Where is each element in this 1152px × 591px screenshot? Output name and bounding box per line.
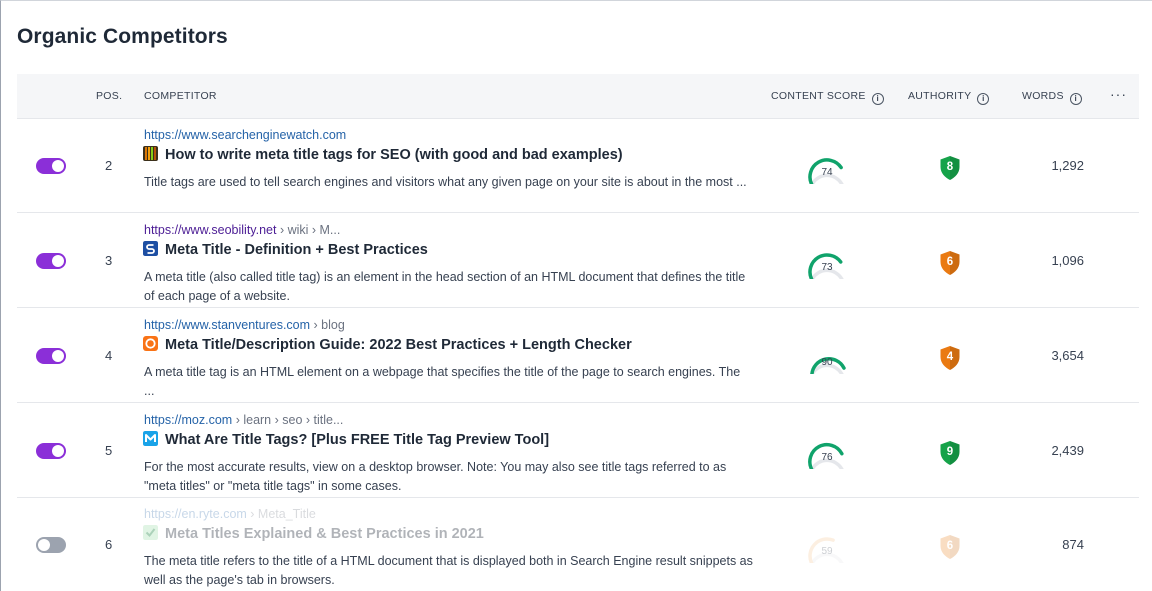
content-score-gauge: 76 <box>806 439 848 469</box>
header-words-label: WORDS <box>1022 90 1064 102</box>
position: 4 <box>105 348 113 363</box>
content-score-value: 76 <box>821 452 833 463</box>
authority-value: 6 <box>946 256 954 268</box>
info-icon[interactable]: i <box>871 93 884 105</box>
content-score-gauge: 59 <box>806 533 848 563</box>
stanventures-favicon-icon <box>143 336 158 351</box>
result-snippet: The meta title refers to the title of a … <box>144 554 753 587</box>
toggle-knob <box>52 350 64 362</box>
result-snippet: A meta title (also called title tag) is … <box>144 270 746 303</box>
word-count: 1,096 <box>1051 253 1084 268</box>
content-score-value: 73 <box>821 262 833 273</box>
table-row: 3 https://www.seobility.net › wiki › M..… <box>17 213 1139 308</box>
table-row: 4 https://www.stanventures.com › blog Me… <box>17 308 1139 403</box>
more-options-icon[interactable]: ··· <box>1110 86 1127 102</box>
content-score-gauge: 74 <box>806 154 848 184</box>
table-header: POS. COMPETITOR CONTENT SCORE i AUTHORITY… <box>17 74 1139 119</box>
result-title[interactable]: Meta Title/Description Guide: 2022 Best … <box>143 336 632 353</box>
header-content-score[interactable]: CONTENT SCORE i <box>771 90 884 105</box>
toggle-knob <box>52 160 64 172</box>
authority-value: 4 <box>946 351 954 363</box>
result-title-text: Meta Titles Explained & Best Practices i… <box>165 526 484 542</box>
toggle-knob <box>52 445 64 457</box>
header-authority-label: AUTHORITY <box>908 90 972 102</box>
position: 2 <box>105 158 113 173</box>
info-icon[interactable]: i <box>977 93 990 105</box>
result-title[interactable]: Meta Title - Definition + Best Practices <box>143 241 428 258</box>
authority-value: 9 <box>946 446 954 458</box>
row-toggle[interactable] <box>36 348 66 364</box>
content-score-gauge: 90 <box>806 344 848 374</box>
url-path: › blog <box>310 318 345 332</box>
result-snippet: For the most accurate results, view on a… <box>144 460 727 493</box>
authority-shield-icon: 9 <box>939 440 961 466</box>
url-path: › learn › seo › title... <box>232 413 344 427</box>
url-path: › wiki › M... <box>276 223 341 237</box>
result-title-text: Meta Title - Definition + Best Practices <box>165 242 428 258</box>
row-toggle[interactable] <box>36 253 66 269</box>
authority-value: 6 <box>946 540 954 552</box>
word-count: 874 <box>1062 537 1084 552</box>
position: 6 <box>105 537 113 552</box>
content-score-value: 74 <box>821 167 833 178</box>
authority-shield-icon: 6 <box>939 534 961 560</box>
table-row: 2 https://www.searchenginewatch.com How … <box>17 118 1139 213</box>
header-authority[interactable]: AUTHORITY i <box>908 90 990 105</box>
info-icon[interactable]: i <box>1069 93 1082 105</box>
row-toggle[interactable] <box>36 443 66 459</box>
result-snippet: Title tags are used to tell search engin… <box>144 175 747 189</box>
position: 3 <box>105 253 113 268</box>
authority-value: 8 <box>946 161 954 173</box>
moz-favicon-icon <box>143 431 158 446</box>
header-words[interactable]: WORDS i <box>1022 90 1082 105</box>
content-score-value: 90 <box>821 357 833 368</box>
result-title[interactable]: What Are Title Tags? [Plus FREE Title Ta… <box>143 431 549 448</box>
table-row-disabled: 6 https://en.ryte.com › Meta_Title Meta … <box>17 497 1139 591</box>
searchenginewatch-favicon-icon <box>143 146 158 161</box>
row-toggle[interactable] <box>36 537 66 553</box>
result-url[interactable]: https://www.stanventures.com › blog <box>144 318 345 332</box>
authority-shield-icon: 8 <box>939 155 961 181</box>
ryte-favicon-icon <box>143 525 158 540</box>
word-count: 1,292 <box>1051 158 1084 173</box>
competitors-panel: Organic Competitors POS. COMPETITOR CONT… <box>0 0 1152 591</box>
word-count: 3,654 <box>1051 348 1084 363</box>
url-path: › Meta_Title <box>246 507 316 521</box>
url-domain[interactable]: https://www.seobility.net <box>144 223 276 237</box>
table-row: 5 https://moz.com › learn › seo › title.… <box>17 403 1139 498</box>
result-url[interactable]: https://moz.com › learn › seo › title... <box>144 413 343 427</box>
result-url[interactable]: https://www.searchenginewatch.com <box>144 128 346 142</box>
position: 5 <box>105 443 113 458</box>
section-title: Organic Competitors <box>17 25 228 48</box>
url-domain[interactable]: https://en.ryte.com <box>144 507 247 521</box>
seobility-favicon-icon <box>143 241 158 256</box>
result-title-text: What Are Title Tags? [Plus FREE Title Ta… <box>165 432 550 448</box>
toggle-knob <box>52 255 64 267</box>
authority-shield-icon: 6 <box>939 250 961 276</box>
content-score-gauge: 73 <box>806 249 848 279</box>
result-title[interactable]: Meta Titles Explained & Best Practices i… <box>143 525 484 542</box>
result-title-text: Meta Title/Description Guide: 2022 Best … <box>165 337 632 353</box>
url-domain[interactable]: https://moz.com <box>144 413 232 427</box>
toggle-knob <box>38 539 50 551</box>
authority-shield-icon: 4 <box>939 345 961 371</box>
row-toggle[interactable] <box>36 158 66 174</box>
content-score-value: 59 <box>821 546 833 557</box>
header-content-score-label: CONTENT SCORE <box>771 90 866 102</box>
header-pos[interactable]: POS. <box>96 90 122 102</box>
result-url[interactable]: https://en.ryte.com › Meta_Title <box>144 507 316 521</box>
url-domain[interactable]: https://www.stanventures.com <box>144 318 310 332</box>
result-title[interactable]: How to write meta title tags for SEO (wi… <box>143 146 623 163</box>
result-snippet: A meta title tag is an HTML element on a… <box>144 365 741 398</box>
url-domain[interactable]: https://www.searchenginewatch.com <box>144 128 346 142</box>
result-url[interactable]: https://www.seobility.net › wiki › M... <box>144 223 340 237</box>
word-count: 2,439 <box>1051 443 1084 458</box>
result-title-text: How to write meta title tags for SEO (wi… <box>165 147 623 163</box>
header-competitor[interactable]: COMPETITOR <box>144 90 217 102</box>
